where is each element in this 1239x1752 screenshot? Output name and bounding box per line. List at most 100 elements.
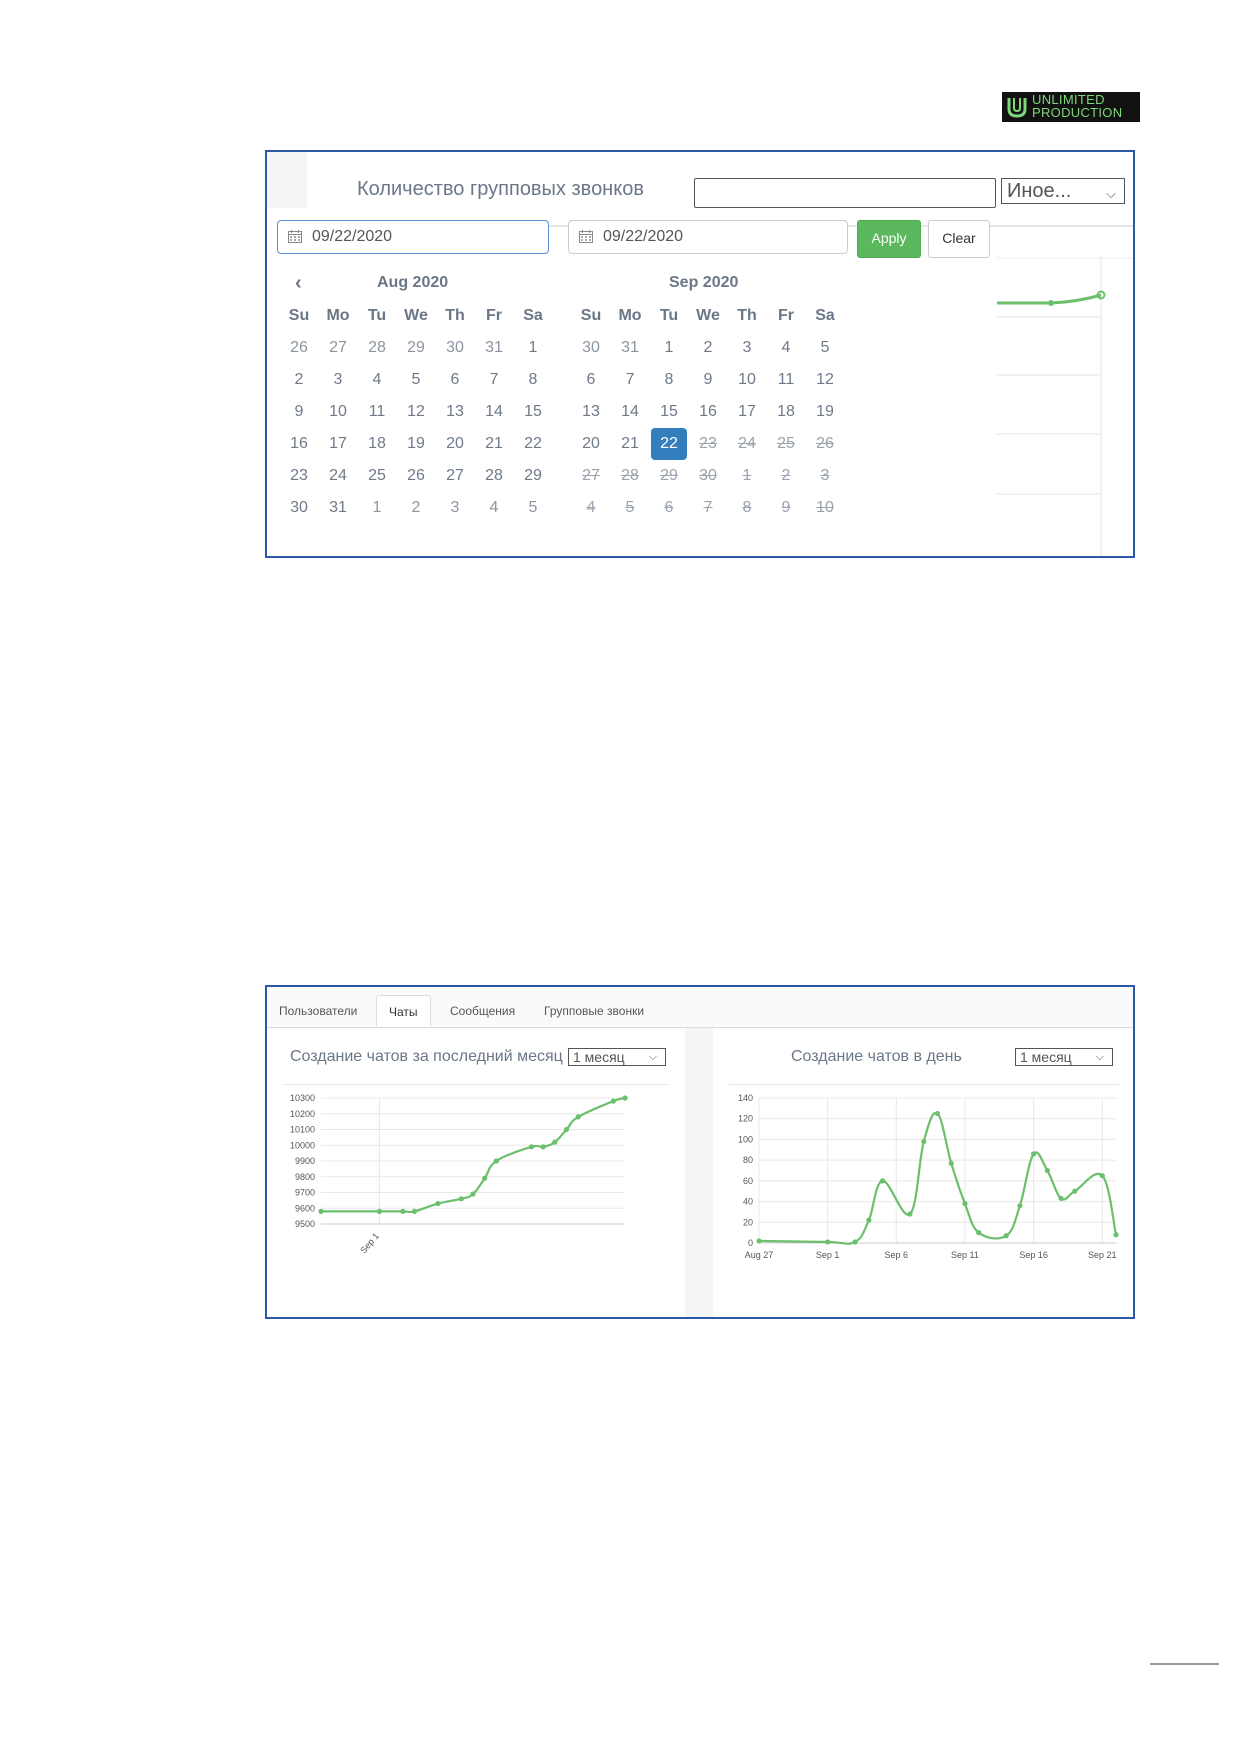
calendar-day[interactable]: 19 [398,428,434,460]
calendar-day[interactable]: 5 [398,364,434,396]
calendar-day[interactable]: 29 [398,332,434,364]
calendar-day[interactable]: 18 [359,428,395,460]
calendar-day[interactable]: 1 [359,492,395,524]
calendar-day[interactable]: 14 [476,396,512,428]
calendar-day[interactable]: 14 [612,396,648,428]
calendar-day[interactable]: 24 [320,460,356,492]
calendar-day[interactable]: 29 [515,460,551,492]
data-point [1072,1188,1078,1194]
start-date-value: 09/22/2020 [312,228,393,245]
tab-users[interactable]: Пользователи [267,995,369,1027]
tab-messages[interactable]: Сообщения [438,995,527,1027]
calendar-day[interactable]: 3 [437,492,473,524]
calendar-day[interactable]: 12 [398,396,434,428]
calendar-day[interactable]: 22 [515,428,551,460]
calendar-day[interactable]: 17 [729,396,765,428]
calendar-day[interactable]: 21 [612,428,648,460]
calendar-day[interactable]: 28 [476,460,512,492]
calendar-day[interactable]: 13 [437,396,473,428]
calendar-day[interactable]: 31 [476,332,512,364]
calendar-day[interactable]: 17 [320,428,356,460]
calendar-day[interactable]: 30 [437,332,473,364]
calendar-day[interactable]: 4 [476,492,512,524]
calendar-day[interactable]: 10 [729,364,765,396]
y-tick-label: 9800 [295,1172,315,1182]
calendar-day[interactable]: 16 [690,396,726,428]
calendar-day[interactable]: 18 [768,396,804,428]
data-point [976,1230,982,1236]
left-period-select[interactable]: 1 месяц ⌵ [568,1048,666,1066]
y-tick-label: 20 [743,1217,753,1227]
tab-chats[interactable]: Чаты [376,995,431,1027]
calendar-day[interactable]: 6 [437,364,473,396]
search-input[interactable] [694,178,996,208]
prev-month-icon[interactable]: ‹ [295,272,302,295]
right-period-select[interactable]: 1 месяц ⌵ [1015,1048,1113,1066]
calendar-day[interactable]: 30 [281,492,317,524]
calendar-day[interactable]: 11 [768,364,804,396]
calendar-day[interactable]: 4 [768,332,804,364]
calendar-day[interactable]: 3 [729,332,765,364]
calendar-day[interactable]: 28 [359,332,395,364]
tab-group-calls[interactable]: Групповые звонки [532,995,656,1027]
calendar-day[interactable]: 7 [476,364,512,396]
logo-text: UNLIMITED PRODUCTION [1032,93,1122,119]
calendar-day[interactable]: 19 [807,396,843,428]
calendar-day[interactable]: 5 [515,492,551,524]
calendar-day[interactable]: 16 [281,428,317,460]
calendar-day[interactable]: 7 [612,364,648,396]
calendar-day[interactable]: 20 [437,428,473,460]
background-chart-fragment [997,257,1133,556]
calendar-day[interactable]: 11 [359,396,395,428]
period-select[interactable]: Иное... ⌵ [1001,178,1125,204]
calendar-day[interactable]: 12 [807,364,843,396]
calendar-day-selected[interactable]: 22 [651,428,687,460]
calendar-day[interactable]: 23 [281,460,317,492]
calendar-day[interactable]: 30 [573,332,609,364]
calendar-day[interactable]: 26 [398,460,434,492]
chevron-down-icon: ⌵ [648,1051,657,1063]
calendar-day[interactable]: 2 [690,332,726,364]
calendar-day[interactable]: 31 [320,492,356,524]
data-point [493,1158,499,1164]
calendar-day: 3 [820,467,830,484]
calendar-day: 4 [586,499,596,516]
calendar-day[interactable]: 27 [437,460,473,492]
calendar-day[interactable]: 8 [651,364,687,396]
data-point [610,1098,616,1104]
data-point [825,1239,831,1245]
end-date-input[interactable]: 09/22/2020 [568,220,848,254]
calendar-day[interactable]: 21 [476,428,512,460]
calendar-day[interactable]: 2 [398,492,434,524]
calendar-day[interactable]: 10 [320,396,356,428]
calendar-day[interactable]: 9 [281,396,317,428]
x-tick-label: Sep 1 [816,1250,840,1260]
calendar-day: 28 [621,467,639,484]
clear-button[interactable]: Clear [928,220,990,258]
calendar-day[interactable]: 1 [651,332,687,364]
calendar-day[interactable]: 20 [573,428,609,460]
calendar-day[interactable]: 3 [320,364,356,396]
calendar-day[interactable]: 1 [515,332,551,364]
calendar-day[interactable]: 8 [515,364,551,396]
calendar-day[interactable]: 15 [515,396,551,428]
calendar-day[interactable]: 31 [612,332,648,364]
start-date-input[interactable]: 09/22/2020 [277,220,549,254]
calendar-day[interactable]: 2 [281,364,317,396]
calendar-day[interactable]: 6 [573,364,609,396]
calendar-day[interactable]: 4 [359,364,395,396]
apply-button[interactable]: Apply [857,220,921,258]
calendar-day[interactable]: 26 [281,332,317,364]
y-tick-label: 9700 [295,1188,315,1198]
panel-gap [685,1028,713,1317]
calendar-day[interactable]: 27 [320,332,356,364]
calendar-day[interactable]: 13 [573,396,609,428]
data-point [540,1144,546,1150]
calendar-day[interactable]: 25 [359,460,395,492]
calendar-day[interactable]: 9 [690,364,726,396]
y-tick-label: 9600 [295,1203,315,1213]
calendar-day[interactable]: 15 [651,396,687,428]
y-tick-label: 9500 [295,1219,315,1229]
calendar-day[interactable]: 5 [807,332,843,364]
data-point [1099,1173,1105,1179]
